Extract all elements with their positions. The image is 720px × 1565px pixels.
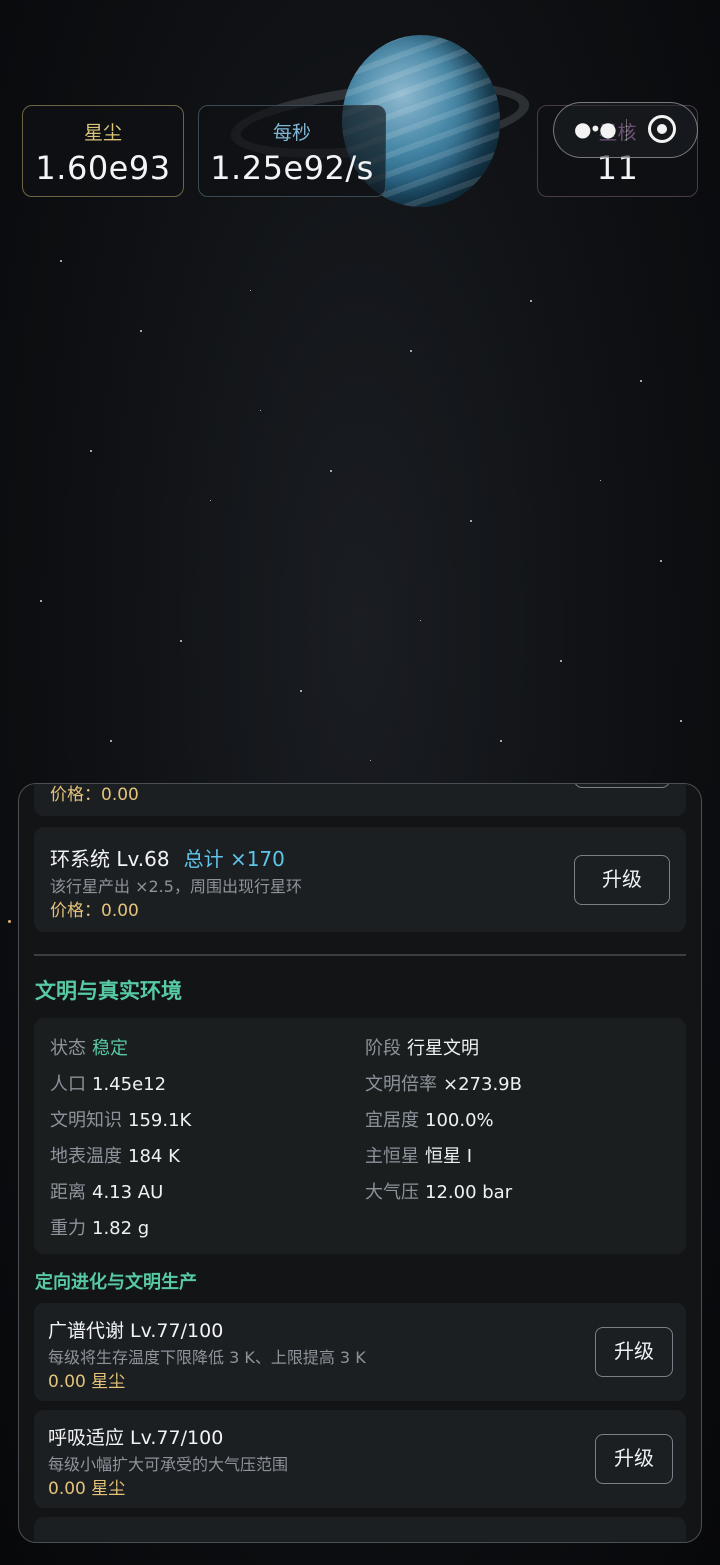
evo-card-title: 呼吸适应 Lv.77/100	[48, 1427, 224, 1449]
evo-card-cost: 0.00 星尘	[48, 1479, 126, 1499]
miniprogram-capsule: ●•●	[553, 102, 698, 158]
partial-card-price: 价格：0.00	[50, 785, 139, 805]
ring-system-name: 环系统 Lv.68	[50, 847, 170, 871]
metabolism-upgrade-button[interactable]: 升级	[595, 1327, 673, 1377]
evo-card-cost: 0.00 星尘	[48, 1372, 126, 1392]
evo-card-desc: 每级将生存温度下限降低 3 K、上限提高 3 K	[48, 1348, 366, 1367]
capsule-divider	[626, 119, 627, 141]
evo-card-respiration: 呼吸适应 Lv.77/100 每级小幅扩大可承受的大气压范围 0.00 星尘 升…	[34, 1410, 686, 1508]
info-status: 状态 稳定	[50, 1038, 128, 1059]
partial-upgrade-button[interactable]	[574, 784, 670, 788]
ring-system-card: 环系统 Lv.68 总计 ×170 该行星产出 ×2.5，周围出现行星环 价格：0…	[34, 827, 686, 932]
stardust-label: 星尘	[83, 122, 122, 144]
evo-card-partial	[34, 1517, 686, 1542]
ring-system-desc: 该行星产出 ×2.5，周围出现行星环	[50, 877, 302, 896]
target-icon[interactable]	[648, 115, 676, 143]
info-main-star: 主恒星 恒星 I	[365, 1146, 473, 1167]
evo-card-desc: 每级小幅扩大可承受的大气压范围	[48, 1455, 289, 1474]
civ-info-grid: 状态 稳定 阶段 行星文明 人口 1.45e12 文明倍率 ×273.9B 文明知识 15…	[34, 1018, 686, 1254]
info-population: 人口 1.45e12	[50, 1074, 167, 1095]
ring-system-price: 价格：0.00	[50, 901, 139, 921]
info-distance: 距离 4.13 AU	[50, 1182, 164, 1203]
section-divider	[34, 954, 686, 956]
stardust-value: 1.60e93	[35, 149, 171, 187]
info-habitability: 宜居度 100.0%	[365, 1110, 494, 1131]
stardust-stat: 星尘 1.60e93	[22, 105, 184, 197]
evo-section-title: 定向进化与文明生产	[35, 1272, 197, 1293]
civ-section-title: 文明与真实环境	[35, 979, 182, 1003]
per-second-label: 每秒	[272, 122, 311, 144]
info-civ-multiplier: 文明倍率 ×273.9B	[365, 1074, 522, 1095]
partial-card: 价格：0.00	[34, 784, 686, 816]
ring-upgrade-button[interactable]: 升级	[574, 855, 670, 905]
info-knowledge: 文明知识 159.1K	[50, 1110, 192, 1131]
info-stage: 阶段 行星文明	[365, 1038, 479, 1059]
ring-system-total: 总计 ×170	[183, 847, 285, 871]
info-surface-temp: 地表温度 184 K	[50, 1146, 180, 1167]
per-second-stat: 每秒 1.25e92/s	[198, 105, 386, 197]
per-second-value: 1.25e92/s	[210, 149, 374, 187]
upgrade-panel[interactable]: 价格：0.00 环系统 Lv.68 总计 ×170 该行星产出 ×2.5，周围出现…	[18, 783, 702, 1543]
info-pressure: 大气压 12.00 bar	[365, 1182, 513, 1203]
evo-card-title: 广谱代谢 Lv.77/100	[48, 1320, 224, 1342]
evo-card-metabolism: 广谱代谢 Lv.77/100 每级将生存温度下限降低 3 K、上限提高 3 K …	[34, 1303, 686, 1401]
respiration-upgrade-button[interactable]: 升级	[595, 1434, 673, 1484]
info-gravity: 重力 1.82 g	[50, 1218, 150, 1239]
more-dots-icon[interactable]: ●•●	[574, 117, 617, 141]
ring-system-title: 环系统 Lv.68 总计 ×170	[50, 843, 285, 872]
